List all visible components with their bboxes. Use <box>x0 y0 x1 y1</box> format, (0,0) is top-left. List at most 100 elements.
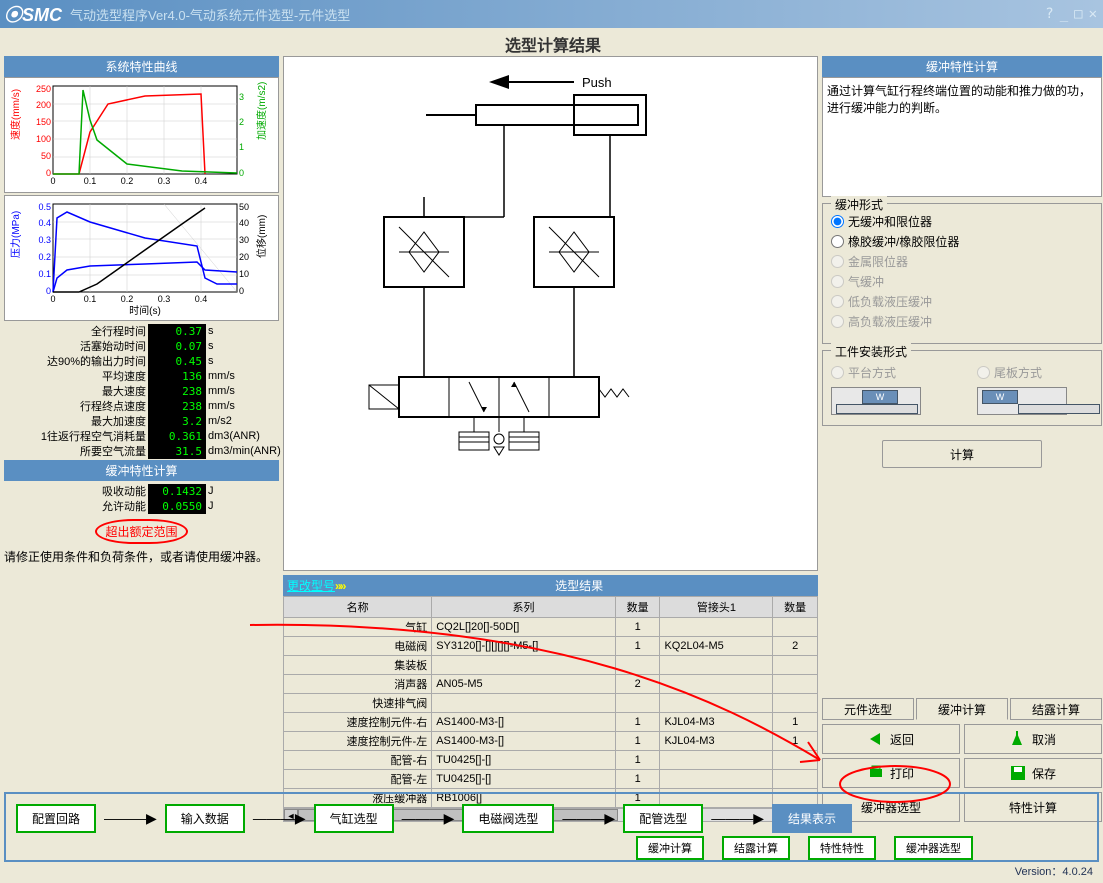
maximize-icon[interactable]: □ <box>1072 6 1084 22</box>
svg-text:0.1: 0.1 <box>38 269 51 279</box>
svg-text:2: 2 <box>239 117 244 127</box>
workflow-substep[interactable]: 缓冲计算 <box>636 836 704 860</box>
metric-value: 0.0550 <box>148 499 206 514</box>
cushion-option[interactable]: 无缓冲和限位器 <box>831 213 1093 230</box>
svg-text:位移(mm): 位移(mm) <box>255 215 268 258</box>
svg-text:150: 150 <box>36 117 51 127</box>
svg-text:0: 0 <box>239 168 244 178</box>
metric-value: 3.2 <box>148 414 206 429</box>
workflow-step[interactable]: 电磁阀选型 <box>462 804 554 833</box>
arrow-icon: ———▶ <box>104 810 157 827</box>
workflow-step[interactable]: 气缸选型 <box>314 804 394 833</box>
table-row[interactable]: 速度控制元件-左AS1400-M3-[]1KJL04-M31 <box>284 732 818 751</box>
metric-label: 活塞始动时间 <box>4 338 148 354</box>
table-row[interactable]: 电磁阀SY3120[]-[][][][]-M5-[]1KQ2L04-M52 <box>284 637 818 656</box>
svg-text:50: 50 <box>41 151 51 161</box>
help-icon[interactable]: ? <box>1043 6 1055 22</box>
metric-value: 0.361 <box>148 429 206 444</box>
workflow-step[interactable]: 配置回路 <box>16 804 96 833</box>
metric-value: 31.5 <box>148 444 206 459</box>
table-row[interactable]: 配管-左TU0425[]-[]1 <box>284 770 818 789</box>
metric-label: 允许动能 <box>4 498 148 514</box>
table-col-header: 系列 <box>432 597 616 618</box>
workflow-substep[interactable]: 特性特性 <box>808 836 876 860</box>
metric-value: 0.1432 <box>148 484 206 499</box>
cushion-option[interactable]: 橡胶缓冲/橡胶限位器 <box>831 233 1093 250</box>
svg-text:压力(MPa): 压力(MPa) <box>9 211 22 258</box>
action-取消[interactable]: 取消 <box>964 724 1102 754</box>
svg-text:0.3: 0.3 <box>38 235 51 245</box>
svg-text:时间(s): 时间(s) <box>129 304 161 317</box>
svg-text:0.2: 0.2 <box>38 252 51 262</box>
back-icon <box>868 731 884 747</box>
metric-unit: J <box>206 485 276 497</box>
table-row[interactable]: 快速排气阀 <box>284 694 818 713</box>
metric-label: 最大加速度 <box>4 413 148 429</box>
chart-panel-header: 系统特性曲线 <box>4 56 279 77</box>
metric-unit: s <box>206 325 276 337</box>
svg-text:0.4: 0.4 <box>195 176 208 186</box>
metric-unit: s <box>206 355 276 367</box>
tab-1[interactable]: 缓冲计算 <box>916 698 1008 720</box>
warning-badge: 超出额定范围 <box>95 519 187 544</box>
metric-value: 238 <box>148 399 206 414</box>
result-table-header: 更改型号 »» 选型结果 <box>283 575 818 596</box>
pneumatic-diagram: Push <box>283 56 818 571</box>
table-col-header: 数量 <box>773 597 818 618</box>
print-icon <box>868 765 884 781</box>
arrow-icon: ———▶ <box>711 810 764 827</box>
metric-label: 1往返行程空气消耗量 <box>4 428 148 444</box>
metric-unit: dm3/min(ANR) <box>206 445 276 457</box>
svg-text:0: 0 <box>50 176 55 186</box>
tab-0[interactable]: 元件选型 <box>822 698 914 720</box>
svg-text:0.5: 0.5 <box>38 202 51 212</box>
titlebar: ⦿SMC 气动选型程序Ver4.0-气动系统元件选型-元件选型 ? _ □ ✕ <box>0 0 1103 28</box>
info-text: 通过计算气缸行程终端位置的动能和推力做的功，进行缓冲能力的判断。 <box>822 77 1102 197</box>
metric-unit: J <box>206 500 276 512</box>
svg-text:10: 10 <box>239 269 249 279</box>
workflow-step[interactable]: 输入数据 <box>165 804 245 833</box>
workflow-step[interactable]: 结果表示 <box>772 804 852 833</box>
minimize-icon[interactable]: _ <box>1058 6 1070 22</box>
workflow-substep[interactable]: 结露计算 <box>722 836 790 860</box>
svg-text:0.3: 0.3 <box>158 176 171 186</box>
logo: ⦿SMC <box>4 1 62 27</box>
svg-text:0.4: 0.4 <box>38 218 51 228</box>
calculate-button[interactable]: 计算 <box>882 440 1042 468</box>
workflow-step[interactable]: 配管选型 <box>623 804 703 833</box>
metric-label: 行程终点速度 <box>4 398 148 414</box>
table-row[interactable]: 气缸CQ2L[]20[]-50D[]1 <box>284 618 818 637</box>
metric-label: 所要空气流量 <box>4 443 148 459</box>
workflow-bar: 配置回路———▶输入数据———▶气缸选型———▶电磁阀选型———▶配管选型———… <box>4 792 1099 862</box>
table-row[interactable]: 速度控制元件-右AS1400-M3-[]1KJL04-M31 <box>284 713 818 732</box>
metric-unit: mm/s <box>206 385 276 397</box>
cushion-option: 金属限位器 <box>831 253 1093 270</box>
svg-text:0: 0 <box>50 294 55 304</box>
svg-text:0.3: 0.3 <box>158 294 171 304</box>
close-icon[interactable]: ✕ <box>1087 6 1099 22</box>
action-返回[interactable]: 返回 <box>822 724 960 754</box>
page-title: 选型计算结果 <box>4 32 1102 52</box>
metric-value: 0.07 <box>148 339 206 354</box>
tab-2[interactable]: 结露计算 <box>1010 698 1102 720</box>
chevron-right-icon: »» <box>335 579 344 593</box>
workflow-substep[interactable]: 缓冲器选型 <box>894 836 973 860</box>
window-title: 气动选型程序Ver4.0-气动系统元件选型-元件选型 <box>70 5 350 24</box>
table-row[interactable]: 配管-右TU0425[]-[]1 <box>284 751 818 770</box>
action-保存[interactable]: 保存 <box>964 758 1102 788</box>
table-row[interactable]: 消声器AN05-M52 <box>284 675 818 694</box>
chart-top: 250200150 100500 3210 00.10.2 0.30.4 速度(… <box>4 77 279 193</box>
cushion-form-title: 缓冲形式 <box>831 196 887 213</box>
metric-label: 最大速度 <box>4 383 148 399</box>
cushion-option: 气缓冲 <box>831 273 1093 290</box>
table-row[interactable]: 集装板 <box>284 656 818 675</box>
svg-text:20: 20 <box>239 252 249 262</box>
metric-unit: s <box>206 340 276 352</box>
change-model-link[interactable]: 更改型号 <box>287 577 335 594</box>
metric-value: 0.45 <box>148 354 206 369</box>
action-打印[interactable]: 打印 <box>822 758 960 788</box>
install-diagram-icon: W <box>831 387 921 415</box>
metric-label: 全行程时间 <box>4 323 148 339</box>
svg-text:0: 0 <box>239 286 244 296</box>
svg-text:30: 30 <box>239 235 249 245</box>
